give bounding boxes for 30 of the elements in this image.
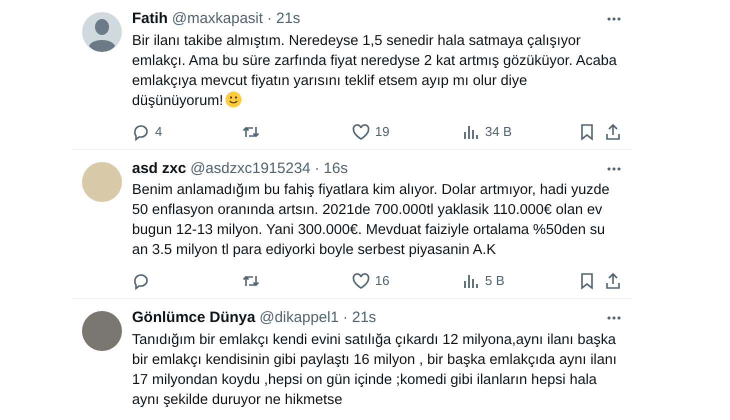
post-text: Bir ilanı takibe almıştım. Neredeyse 1,5 senedir hala satmaya çalışıyor emlakçı. Ama bu süre zarfında fiyat neredyse 2 kat artmış gözüküyor. Acaba emlakçıya mevcut fiyatın yarısını teklif etsem ayıp mı olur diye düşünüyorum!: [132, 32, 618, 110]
author-name[interactable]: asd zxc: [132, 158, 186, 180]
reply-icon[interactable]: [132, 272, 150, 290]
author-handle[interactable]: @dikappel1: [259, 307, 339, 330]
action-count: 34 B: [485, 122, 512, 141]
heart-icon[interactable]: [352, 272, 370, 290]
avatar-circle: [82, 162, 122, 202]
action-count: 4: [155, 122, 162, 141]
avatar-silhouette: [82, 12, 122, 52]
post-time[interactable]: · 21s: [342, 307, 376, 330]
author-handle[interactable]: @asdzxc1915234: [190, 158, 311, 180]
author-handle[interactable]: @maxkapasit: [172, 8, 263, 30]
post-time[interactable]: · 16s: [314, 158, 348, 180]
action-count: 5 B: [485, 272, 505, 290]
smiley-icon: [225, 90, 242, 108]
post-text: Benim anlamadığım bu fahiş fiyatlara kim alıyor. Dolar artmıyor, hadi yuzde 50 enflasyon oranında artsın. 2021de 700.000tl yaklasik 110.000€ olan ev bugun 12-13 milyon. Yani 300.000€. Mevduat faiziyle ortalama %50den su an 3.5 milyon tl para ediyorki boyle serbest piyasanin A.K: [132, 181, 610, 260]
author-name[interactable]: Fatih: [132, 8, 168, 30]
bookmark-icon[interactable]: [578, 122, 596, 140]
bookmark-icon[interactable]: [578, 272, 596, 290]
bar-chart-icon[interactable]: [462, 272, 480, 290]
heart-icon[interactable]: [352, 122, 370, 140]
photo-placeholder: [82, 311, 122, 351]
post-time[interactable]: · 21s: [266, 8, 300, 30]
share-icon[interactable]: [604, 122, 622, 140]
author-name[interactable]: Gönlümce Dünya: [132, 307, 256, 330]
action-count: 16: [375, 272, 390, 290]
share-icon[interactable]: [604, 272, 622, 290]
action-count: 19: [375, 122, 390, 141]
reply-icon[interactable]: [132, 122, 150, 140]
post-text: Tanıdığım bir emlakçı kendi evini satılığa çıkardı 12 milyona,aynı ilanı başka bir emlakçı kendisinin gibi paylaştı 16 milyon , bir başka emlakçıda aynı ilanı 17 milyondan koydu ,hepsi on gün içinde ;komedi gibi ilanların hepsi hala aynı şekilde duruyor ne hikmetse: [132, 330, 618, 410]
